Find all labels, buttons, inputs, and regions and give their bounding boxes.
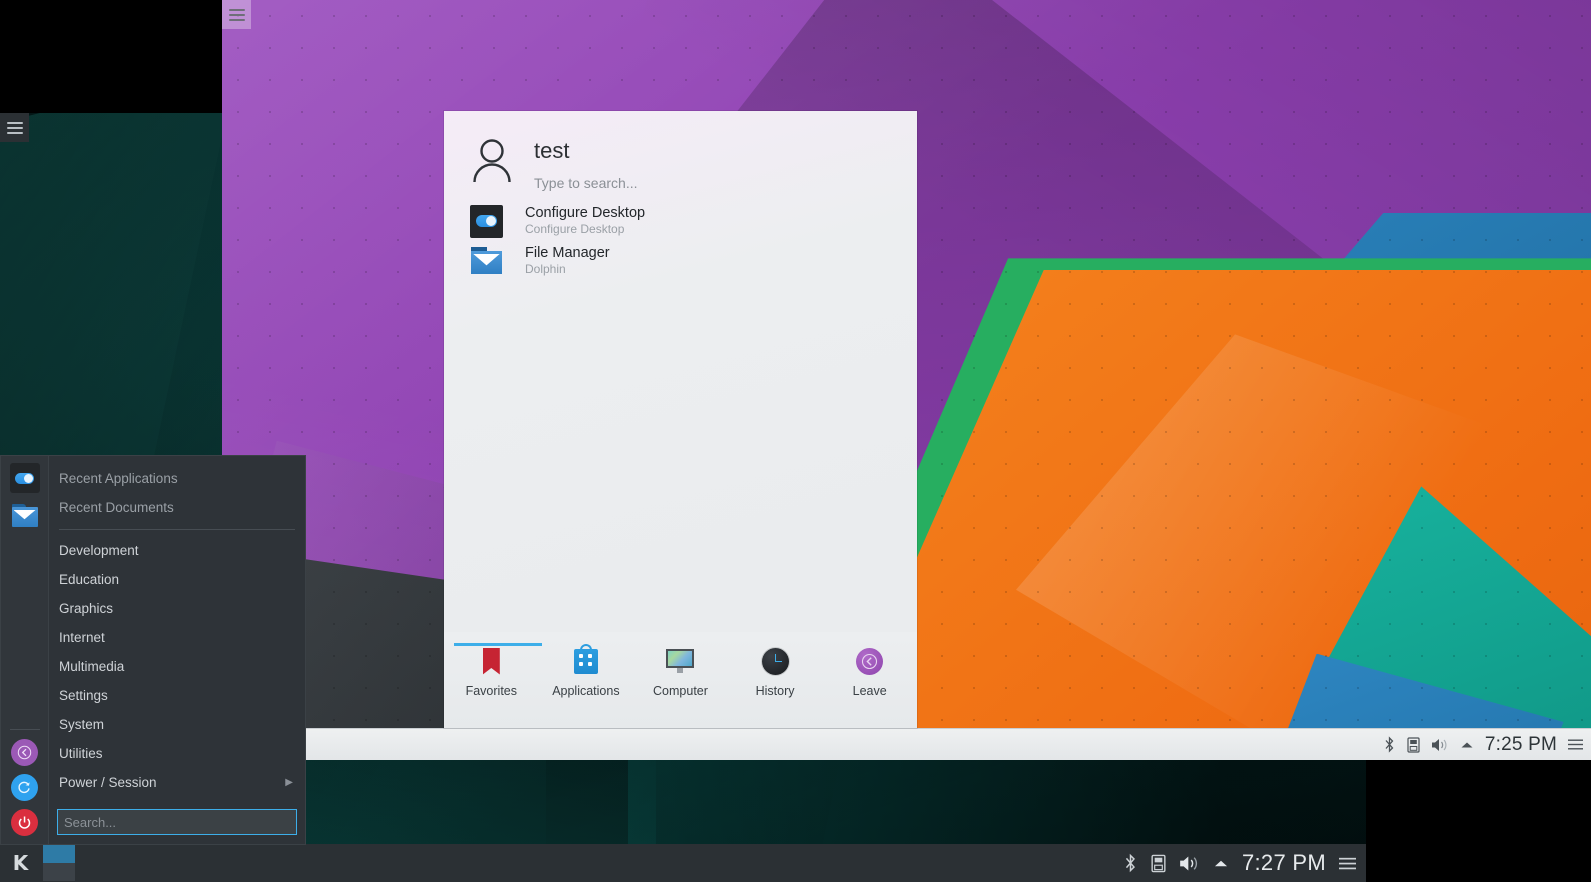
app-store-bag-icon: [571, 646, 601, 676]
removable-device-icon[interactable]: [1407, 737, 1420, 753]
desktop-toolbox-inner[interactable]: [222, 0, 251, 29]
menu-item-recent-documents[interactable]: Recent Documents: [49, 493, 305, 522]
kickoff-header-text: test Type to search...: [534, 137, 638, 191]
classic-menu-sidebar: [1, 456, 49, 844]
file-manager-icon[interactable]: [10, 502, 40, 532]
menu-item-utilities[interactable]: Utilities: [49, 739, 305, 768]
sidebar-divider: [10, 729, 40, 730]
menu-item-recent-applications[interactable]: Recent Applications: [49, 464, 305, 493]
menu-item-education[interactable]: Education: [49, 565, 305, 594]
hamburger-icon: [7, 119, 23, 137]
show-hidden-arrow-icon[interactable]: [1460, 740, 1474, 750]
menu-item-label: System: [59, 717, 104, 732]
chevron-right-icon: ▶: [285, 777, 293, 788]
file-manager-icon: [470, 245, 503, 278]
list-item-subtitle: Configure Desktop: [525, 222, 645, 238]
show-hidden-arrow-icon[interactable]: [1213, 858, 1229, 869]
menu-item-label: Recent Documents: [59, 500, 174, 515]
menu-item-label: Graphics: [59, 601, 113, 616]
system-tray-outer: 7:27 PM: [1123, 850, 1366, 876]
clock-icon: [760, 646, 790, 676]
taskbar-outer: K: [0, 844, 1366, 882]
menu-item-system[interactable]: System: [49, 710, 305, 739]
list-item-subtitle: Dolphin: [525, 262, 610, 278]
user-avatar-icon: [470, 137, 514, 183]
task-manager-outer: [43, 845, 75, 881]
digital-clock-inner[interactable]: 7:25 PM: [1485, 734, 1557, 756]
classic-menu-items: Recent Applications Recent Documents Dev…: [49, 456, 305, 844]
tab-leave[interactable]: Leave: [822, 646, 917, 698]
menu-item-label: Internet: [59, 630, 105, 645]
list-item-title: Configure Desktop: [525, 204, 645, 222]
menu-item-internet[interactable]: Internet: [49, 623, 305, 652]
classic-menu-search-area: [49, 805, 305, 844]
hamburger-icon: [229, 6, 245, 24]
restart-button[interactable]: [11, 774, 38, 801]
bluetooth-icon[interactable]: [1123, 853, 1138, 873]
kickoff-search-input[interactable]: Type to search...: [534, 175, 638, 191]
menu-item-label: Education: [59, 572, 119, 587]
menu-item-label: Power / Session: [59, 775, 157, 790]
list-item-title: File Manager: [525, 244, 610, 262]
tab-label: Applications: [552, 684, 619, 698]
tab-computer[interactable]: Computer: [633, 646, 728, 698]
configure-desktop-icon[interactable]: [10, 463, 40, 493]
removable-device-icon[interactable]: [1151, 854, 1166, 873]
tab-label: Favorites: [466, 684, 517, 698]
kickoff-header: test Type to search...: [444, 111, 917, 197]
volume-icon[interactable]: [1431, 737, 1449, 753]
leave-button[interactable]: [11, 739, 38, 766]
task-entry[interactable]: [43, 845, 75, 881]
list-item-text: Configure Desktop Configure Desktop: [525, 204, 645, 238]
hamburger-icon[interactable]: [1568, 738, 1583, 751]
kickoff-favorites-list: Configure Desktop Configure Desktop File…: [444, 197, 917, 281]
bookmark-icon: [476, 646, 506, 676]
list-item[interactable]: Configure Desktop Configure Desktop: [470, 201, 917, 241]
list-item[interactable]: File Manager Dolphin: [470, 241, 917, 281]
desktop-toolbox-outer[interactable]: [0, 113, 29, 142]
screen: test Type to search... Configure Desktop…: [0, 0, 1591, 882]
kickoff-tab-bar: Favorites Applications: [444, 632, 917, 728]
menu-item-label: Multimedia: [59, 659, 124, 674]
menu-item-power-session[interactable]: Power / Session ▶: [49, 768, 305, 797]
menu-item-label: Development: [59, 543, 139, 558]
list-item-text: File Manager Dolphin: [525, 244, 610, 278]
tab-label: Computer: [653, 684, 708, 698]
kickoff-menu: test Type to search... Configure Desktop…: [444, 111, 917, 728]
kickoff-content-spacer: [444, 281, 917, 632]
tab-label: Leave: [853, 684, 887, 698]
menu-divider: [59, 529, 295, 530]
configure-desktop-icon: [470, 205, 503, 238]
system-tray-inner: 7:25 PM: [1383, 734, 1591, 756]
bluetooth-icon[interactable]: [1383, 736, 1396, 753]
tab-label: History: [756, 684, 795, 698]
menu-item-label: Utilities: [59, 746, 103, 761]
search-input[interactable]: [57, 809, 297, 835]
menu-item-development[interactable]: Development: [49, 536, 305, 565]
user-name: test: [534, 139, 638, 163]
menu-item-settings[interactable]: Settings: [49, 681, 305, 710]
volume-icon[interactable]: [1179, 854, 1200, 873]
menu-item-multimedia[interactable]: Multimedia: [49, 652, 305, 681]
leave-power-icon: [855, 646, 885, 676]
nested-screenshot: test Type to search... Configure Desktop…: [222, 0, 1591, 760]
classic-application-menu: Recent Applications Recent Documents Dev…: [0, 455, 306, 845]
kde-k-icon: K: [13, 851, 28, 875]
menu-item-graphics[interactable]: Graphics: [49, 594, 305, 623]
menu-item-label: Recent Applications: [59, 471, 178, 486]
application-launcher-button-outer[interactable]: K: [3, 845, 37, 881]
shutdown-button[interactable]: [11, 809, 38, 836]
tab-history[interactable]: History: [728, 646, 823, 698]
hamburger-icon[interactable]: [1339, 856, 1356, 871]
tab-favorites[interactable]: Favorites: [444, 646, 539, 698]
menu-item-label: Settings: [59, 688, 108, 703]
monitor-icon: [665, 646, 695, 676]
digital-clock-outer[interactable]: 7:27 PM: [1242, 850, 1326, 876]
tab-applications[interactable]: Applications: [539, 646, 634, 698]
taskbar-inner: K: [222, 728, 1591, 760]
